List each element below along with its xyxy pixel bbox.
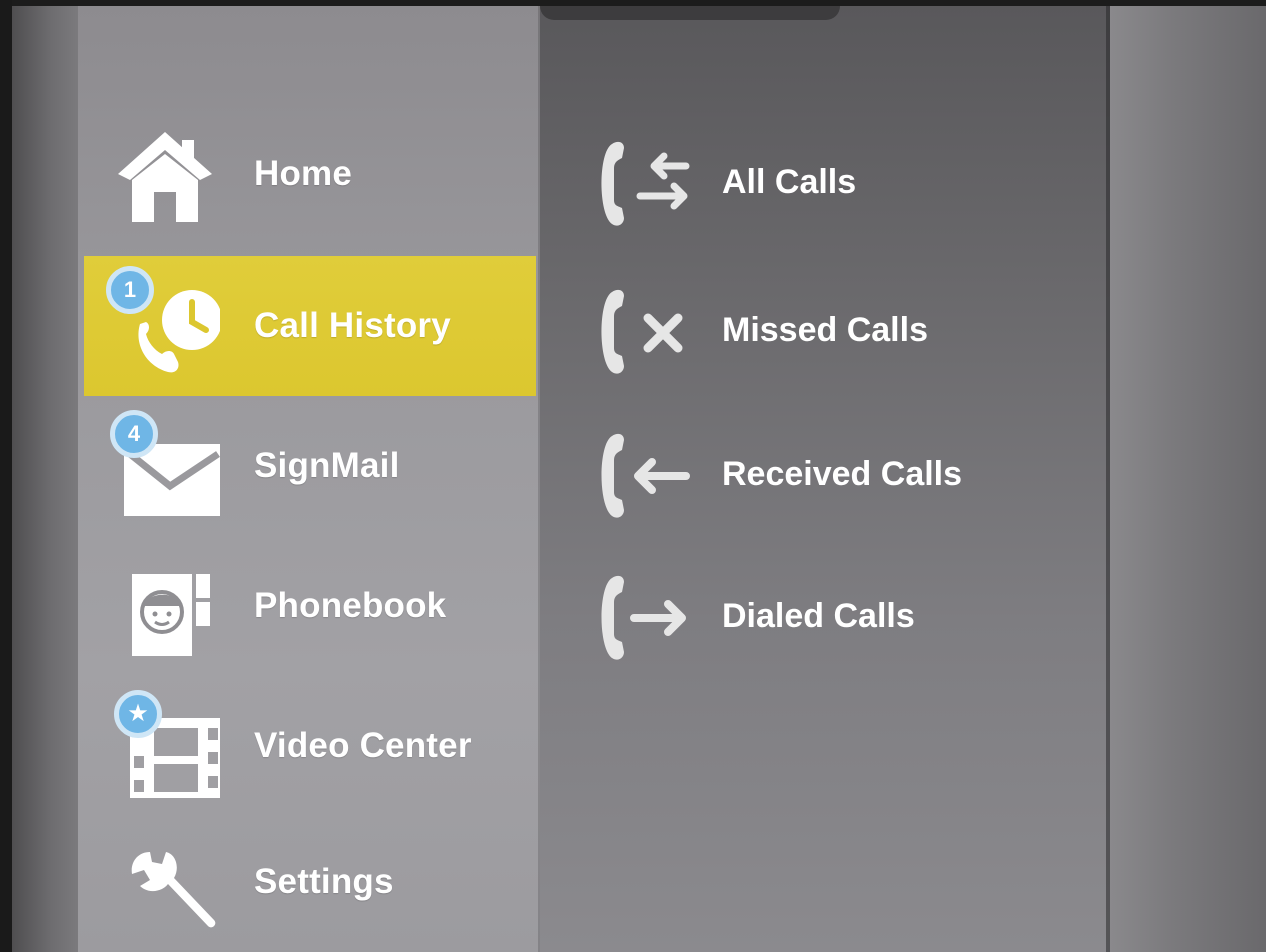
sidebar-item-signmail[interactable]: 4 SignMail [84, 396, 536, 536]
sidebar-item-label: Call History [254, 306, 451, 345]
sidebar-item-phonebook[interactable]: Phonebook [84, 536, 536, 676]
submenu-item-label: All Calls [722, 162, 857, 201]
signmail-badge: 4 [110, 410, 158, 458]
sidebar-item-home[interactable]: Home [84, 104, 536, 244]
sidebar-item-label: Phonebook [254, 586, 447, 625]
submenu-item-all-calls[interactable]: All Calls [580, 132, 1040, 232]
sidebar-item-label: Settings [254, 862, 394, 901]
video-center-star-badge: ★ [114, 690, 162, 738]
top-shade [540, 6, 840, 20]
sidebar-item-label: Home [254, 154, 353, 193]
missed-calls-icon [588, 286, 698, 376]
submenu-item-label: Missed Calls [722, 310, 928, 349]
phonebook-icon [110, 554, 220, 658]
submenu-item-received-calls[interactable]: Received Calls [580, 424, 1040, 524]
submenu-item-dialed-calls[interactable]: Dialed Calls [580, 566, 1040, 666]
submenu-item-label: Dialed Calls [722, 596, 915, 635]
call-history-badge: 1 [106, 266, 154, 314]
sidebar-item-label: SignMail [254, 446, 400, 485]
sidebar-item-label: Video Center [254, 726, 472, 765]
right-panel [1110, 6, 1266, 952]
wrench-icon [110, 830, 220, 934]
sidebar-item-video-center[interactable]: ★ Video Center [84, 676, 536, 816]
star-icon: ★ [127, 700, 149, 727]
sidebar-item-call-history[interactable]: 1 Call History [84, 256, 536, 396]
submenu-item-missed-calls[interactable]: Missed Calls [580, 280, 1040, 380]
dialed-calls-icon [588, 572, 698, 662]
submenu-item-label: Received Calls [722, 454, 963, 493]
all-calls-icon [588, 138, 698, 228]
received-calls-icon [588, 430, 698, 520]
home-icon [110, 122, 220, 226]
screen-bezel-left [0, 0, 12, 952]
sidebar-item-settings[interactable]: Settings [84, 812, 536, 952]
left-gutter [12, 6, 78, 952]
